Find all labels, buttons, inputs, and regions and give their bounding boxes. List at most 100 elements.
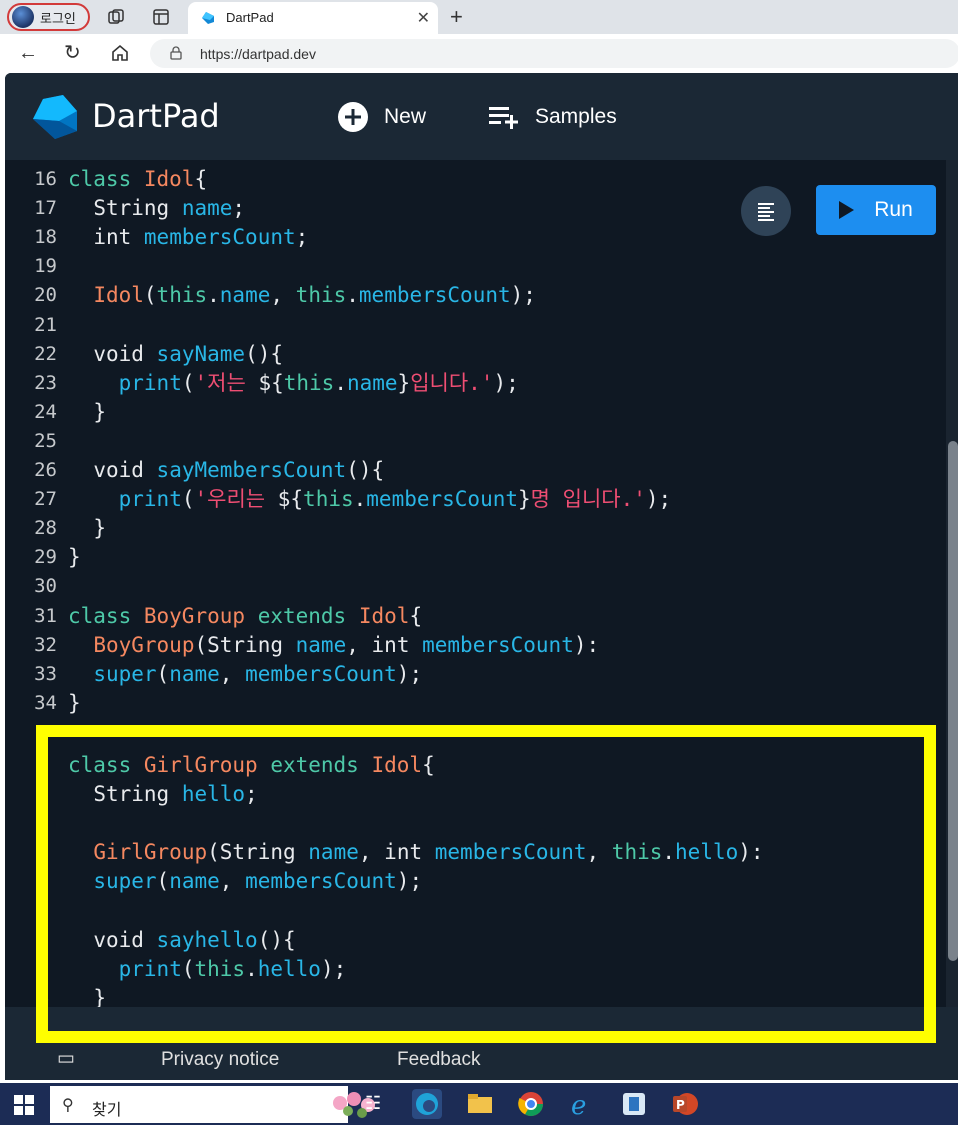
code-text: class BoyGroup extends Idol{ bbox=[68, 603, 423, 628]
code-text: BoyGroup(String name, int membersCount): bbox=[93, 632, 600, 657]
task-view-icon[interactable]: ☷ bbox=[365, 1093, 381, 1114]
dart-favicon-icon bbox=[202, 12, 214, 24]
windows-taskbar: ⚲ 찾기 ☷ e P bbox=[0, 1083, 958, 1125]
home-icon[interactable] bbox=[110, 41, 130, 69]
code-text: print('우리는 ${this.membersCount}명 입니다.'); bbox=[118, 487, 672, 512]
line-number: 8 bbox=[37, 812, 49, 835]
url-text: https://dartpad.dev bbox=[200, 46, 316, 62]
code-text: class Idol{ bbox=[68, 167, 208, 191]
line-number: 32 bbox=[34, 633, 57, 656]
code-editor[interactable]: 16 class Idol{17 String name; 18 int membe… bbox=[5, 160, 945, 1007]
tab-title: DartPad bbox=[226, 10, 274, 25]
samples-button[interactable]: Samples bbox=[488, 101, 617, 133]
taskbar-search[interactable]: ⚲ 찾기 bbox=[50, 1086, 375, 1123]
browser-tab-strip: 로그인 DartPad ✕ + bbox=[0, 0, 958, 34]
line-number: 22 bbox=[34, 342, 57, 365]
svg-text:P: P bbox=[676, 1098, 685, 1112]
line-number: 0 bbox=[37, 870, 49, 893]
line-number: 28 bbox=[34, 517, 57, 540]
app-store-icon[interactable] bbox=[619, 1089, 649, 1119]
line-number: 30 bbox=[34, 575, 57, 598]
line-number: 4 bbox=[37, 986, 49, 1007]
line-number: 3 bbox=[37, 957, 49, 980]
dartpad-app: DartPad New Samples 16 class Idol{17 Stri… bbox=[5, 73, 958, 1080]
code-text: void sayhello(){ bbox=[93, 927, 296, 952]
code-text: Idol(this.name, this.membersCount); bbox=[93, 283, 536, 308]
line-number: 20 bbox=[34, 284, 57, 307]
profile-label: 로그인 bbox=[40, 10, 76, 26]
lock-icon bbox=[170, 46, 182, 60]
feedback-link[interactable]: Feedback bbox=[397, 1049, 480, 1071]
address-bar: ← ↻ https://dartpad.dev bbox=[0, 34, 958, 72]
code-text: String hello; bbox=[93, 782, 258, 807]
svg-text:e: e bbox=[571, 1091, 586, 1119]
playlist-add-icon bbox=[489, 107, 518, 129]
line-number: 1 bbox=[37, 899, 49, 922]
format-button[interactable] bbox=[741, 186, 791, 236]
tab-dartpad[interactable]: DartPad ✕ bbox=[188, 2, 438, 34]
workspaces-icon[interactable] bbox=[107, 8, 125, 26]
code-text: } bbox=[93, 985, 106, 1007]
line-number: 6 bbox=[37, 754, 49, 776]
line-number: 33 bbox=[34, 662, 57, 685]
code-text: super(name, membersCount); bbox=[93, 869, 423, 894]
file-explorer-icon[interactable] bbox=[465, 1089, 495, 1119]
line-number: 19 bbox=[34, 255, 57, 278]
dart-logo-icon bbox=[33, 95, 77, 139]
format-align-icon bbox=[758, 203, 774, 221]
url-field[interactable]: https://dartpad.dev bbox=[150, 39, 958, 68]
line-number: 24 bbox=[34, 400, 57, 423]
app-footer: ▭ Privacy notice Feedback bbox=[5, 1007, 958, 1080]
search-text: 찾기 bbox=[92, 1102, 122, 1119]
code-text: GirlGroup(String name, int membersCount,… bbox=[93, 840, 764, 865]
code-text: print('저는 ${this.name}입니다.'); bbox=[118, 370, 519, 395]
run-label: Run bbox=[874, 198, 913, 221]
windows-start-icon[interactable] bbox=[14, 1095, 34, 1115]
line-number: 21 bbox=[34, 313, 57, 336]
code-text: } bbox=[93, 516, 106, 541]
line-number: 16 bbox=[34, 168, 57, 190]
profile-button[interactable]: 로그인 bbox=[7, 3, 90, 31]
line-number: 34 bbox=[34, 691, 57, 714]
profile-avatar bbox=[12, 6, 34, 28]
line-number: 27 bbox=[34, 488, 57, 511]
line-number: 25 bbox=[34, 429, 57, 452]
keyboard-icon[interactable]: ▭ bbox=[57, 1047, 75, 1070]
search-icon: ⚲ bbox=[62, 1097, 74, 1114]
tab-close-icon[interactable]: ✕ bbox=[417, 8, 430, 28]
code-text: void sayName(){ bbox=[93, 341, 284, 366]
code-text: print(this.hello); bbox=[118, 956, 347, 981]
code-text: void sayMembersCount(){ bbox=[93, 458, 385, 482]
line-number: 2 bbox=[37, 928, 49, 951]
code-text: super(name, membersCount); bbox=[93, 661, 423, 686]
back-icon[interactable]: ← bbox=[18, 41, 38, 65]
editor-scrollbar-thumb[interactable] bbox=[948, 441, 958, 961]
line-number: 23 bbox=[34, 371, 57, 394]
tab-actions-icon[interactable] bbox=[152, 8, 170, 26]
code-text: int membersCount; bbox=[93, 225, 309, 250]
play-icon bbox=[839, 201, 855, 219]
refresh-icon[interactable]: ↻ bbox=[64, 41, 81, 65]
line-number: 18 bbox=[34, 226, 57, 249]
new-tab-icon[interactable]: + bbox=[450, 4, 463, 30]
chrome-icon[interactable] bbox=[516, 1089, 546, 1119]
add-circle-icon bbox=[338, 102, 368, 132]
edge-taskbar-icon[interactable] bbox=[412, 1089, 442, 1119]
app-title: DartPad bbox=[92, 97, 220, 135]
line-number: 29 bbox=[34, 546, 57, 569]
new-button[interactable]: New bbox=[337, 101, 426, 133]
internet-explorer-icon[interactable]: e bbox=[567, 1089, 597, 1121]
line-number: 31 bbox=[34, 604, 57, 627]
code-text: } bbox=[68, 690, 81, 715]
privacy-notice-link[interactable]: Privacy notice bbox=[161, 1049, 279, 1071]
samples-label: Samples bbox=[535, 105, 617, 128]
line-number: 17 bbox=[34, 197, 57, 220]
code-text: } bbox=[68, 545, 81, 570]
new-label: New bbox=[384, 105, 427, 128]
run-button[interactable]: Run bbox=[816, 185, 936, 235]
powerpoint-icon[interactable]: P bbox=[670, 1089, 700, 1119]
line-number: 9 bbox=[37, 841, 49, 864]
code-text: class GirlGroup extends Idol{ bbox=[68, 753, 435, 777]
line-number: 26 bbox=[34, 459, 57, 481]
code-text: String name; bbox=[93, 196, 246, 221]
